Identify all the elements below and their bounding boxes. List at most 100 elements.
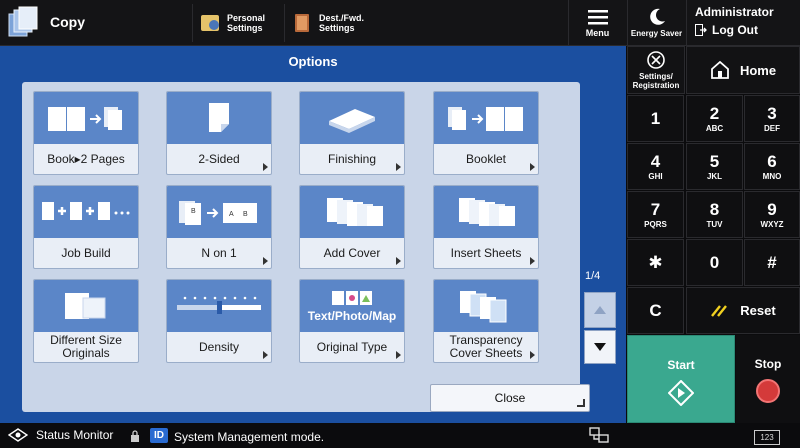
option-insert-sheets[interactable]: Insert Sheets [433, 185, 539, 269]
system-message: System Management mode. [174, 430, 325, 444]
copy-app-icon [8, 6, 38, 37]
key-digit: 9 [767, 199, 777, 219]
settings-registration-label: Settings/ Registration [632, 72, 680, 90]
top-bar: Copy Personal Settings Dest./Fwd. Settin… [0, 0, 800, 46]
option-job-build[interactable]: Job Build [33, 185, 139, 269]
keypad-key-6[interactable]: 6 MNO [744, 143, 800, 190]
option-original-type[interactable]: Text/Photo/Map Original Type [299, 279, 405, 363]
keypad-key-hash[interactable]: # [744, 239, 800, 286]
option-finishing[interactable]: Finishing [299, 91, 405, 175]
settings-registration-button[interactable]: Settings/ Registration [627, 46, 685, 94]
keypad-key-7[interactable]: 7 PQRS [627, 191, 684, 238]
id-badge: ID [150, 428, 168, 443]
reset-button[interactable]: Reset [686, 287, 800, 334]
option-arrow-icon [396, 351, 401, 359]
home-icon [711, 61, 729, 79]
scroll-down-button[interactable] [584, 330, 616, 364]
keypad-key-0[interactable]: 0 [686, 239, 743, 286]
key-letters: MNO [762, 171, 782, 181]
option-arrow-icon [530, 351, 535, 359]
logout-button[interactable]: Log Out [695, 23, 800, 37]
dest-fwd-settings-button[interactable]: Dest./Fwd. Settings [284, 4, 376, 42]
option-book-to-2-pages[interactable]: Book▸2 Pages [33, 91, 139, 175]
original-type-pic-text: Text/Photo/Map [307, 308, 397, 323]
keypad-key-3[interactable]: 3 DEF [744, 95, 800, 142]
personal-settings-label: Personal Settings [227, 13, 266, 33]
option-booklet[interactable]: Booklet [433, 91, 539, 175]
start-diamond-icon [668, 380, 694, 406]
keypad-key-1[interactable]: 1 [627, 95, 684, 142]
reset-label: Reset [740, 303, 776, 318]
clear-key[interactable]: C [627, 287, 684, 334]
option-2-sided[interactable]: 2-Sided [166, 91, 272, 175]
home-button[interactable]: Home [686, 46, 800, 94]
option-arrow-icon [263, 351, 268, 359]
option-label: Finishing [327, 151, 377, 166]
density-slider-icon [167, 280, 271, 332]
status-monitor-label: Status Monitor [36, 428, 114, 442]
option-label: Insert Sheets [450, 245, 522, 260]
add-cover-icon [300, 186, 404, 238]
menu-button[interactable]: Menu [568, 0, 626, 46]
status-monitor-button[interactable]: Status Monitor [8, 428, 113, 442]
svg-text:A: A [229, 211, 234, 218]
key-letters: GHI [648, 171, 663, 181]
key-digit: 3 [767, 103, 777, 123]
moon-icon [649, 8, 665, 25]
user-name: Administrator [695, 5, 774, 19]
option-label: Add Cover [323, 245, 381, 260]
menu-icon [587, 9, 608, 24]
svg-text:B: B [243, 211, 248, 218]
close-label: Close [494, 391, 526, 405]
key-digit: ✱ [648, 252, 663, 272]
keypad-key-5[interactable]: 5 JKL [686, 143, 743, 190]
key-letters: ABC [705, 123, 724, 133]
job-build-icon [34, 186, 138, 238]
booklet-icon [434, 92, 538, 144]
key-letters: DEF [764, 123, 780, 133]
option-arrow-icon [263, 257, 268, 265]
keypad-key-2[interactable]: 2 ABC [686, 95, 743, 142]
key-digit: C [649, 300, 662, 320]
option-different-size-originals[interactable]: Different Size Originals [33, 279, 139, 363]
keypad-key-8[interactable]: 8 TUV [686, 191, 743, 238]
stop-icon [756, 379, 780, 403]
option-density[interactable]: Density [166, 279, 272, 363]
energy-saver-button[interactable]: Energy Saver [627, 0, 685, 46]
key-digit: # [767, 252, 777, 272]
option-label: Original Type [316, 339, 388, 354]
stop-button[interactable]: Stop [736, 335, 800, 423]
option-transparency-cover-sheets[interactable]: Transparency Cover Sheets [433, 279, 539, 363]
app-title: Copy [50, 14, 85, 30]
logout-label: Log Out [712, 23, 758, 37]
key-digit: 1 [650, 108, 661, 128]
close-button[interactable]: Close [430, 384, 590, 412]
keyboard-button[interactable]: 123 [754, 430, 780, 445]
triangle-down-icon [594, 343, 606, 351]
network-icon[interactable] [588, 426, 610, 444]
scroll-up-button[interactable] [584, 292, 616, 328]
book-to-2-pages-icon [34, 92, 138, 144]
key-letters: TUV [706, 219, 723, 229]
keypad-key-star[interactable]: ✱ [627, 239, 684, 286]
different-size-originals-icon [34, 280, 138, 332]
key-digit: 8 [709, 199, 720, 219]
option-arrow-icon [530, 257, 535, 265]
personal-settings-button[interactable]: Personal Settings [192, 4, 282, 42]
option-n-on-1[interactable]: B A B N on 1 [166, 185, 272, 269]
finishing-icon [300, 92, 404, 144]
keypad-key-4[interactable]: 4 GHI [627, 143, 684, 190]
option-label: Job Build [61, 245, 111, 260]
status-bar [0, 423, 800, 448]
n-on-1-icon: B A B [167, 186, 271, 238]
option-arrow-icon [530, 163, 535, 171]
insert-sheets-icon [434, 186, 538, 238]
start-button[interactable]: Start [627, 335, 735, 423]
stop-label: Stop [754, 357, 782, 371]
energy-saver-label: Energy Saver [630, 29, 683, 38]
option-label: Different Size Originals [50, 333, 122, 360]
corner-arrow-icon [577, 399, 585, 407]
keypad-key-9[interactable]: 9 WXYZ [744, 191, 800, 238]
option-add-cover[interactable]: Add Cover [299, 185, 405, 269]
option-label: Book▸2 Pages [47, 151, 125, 166]
